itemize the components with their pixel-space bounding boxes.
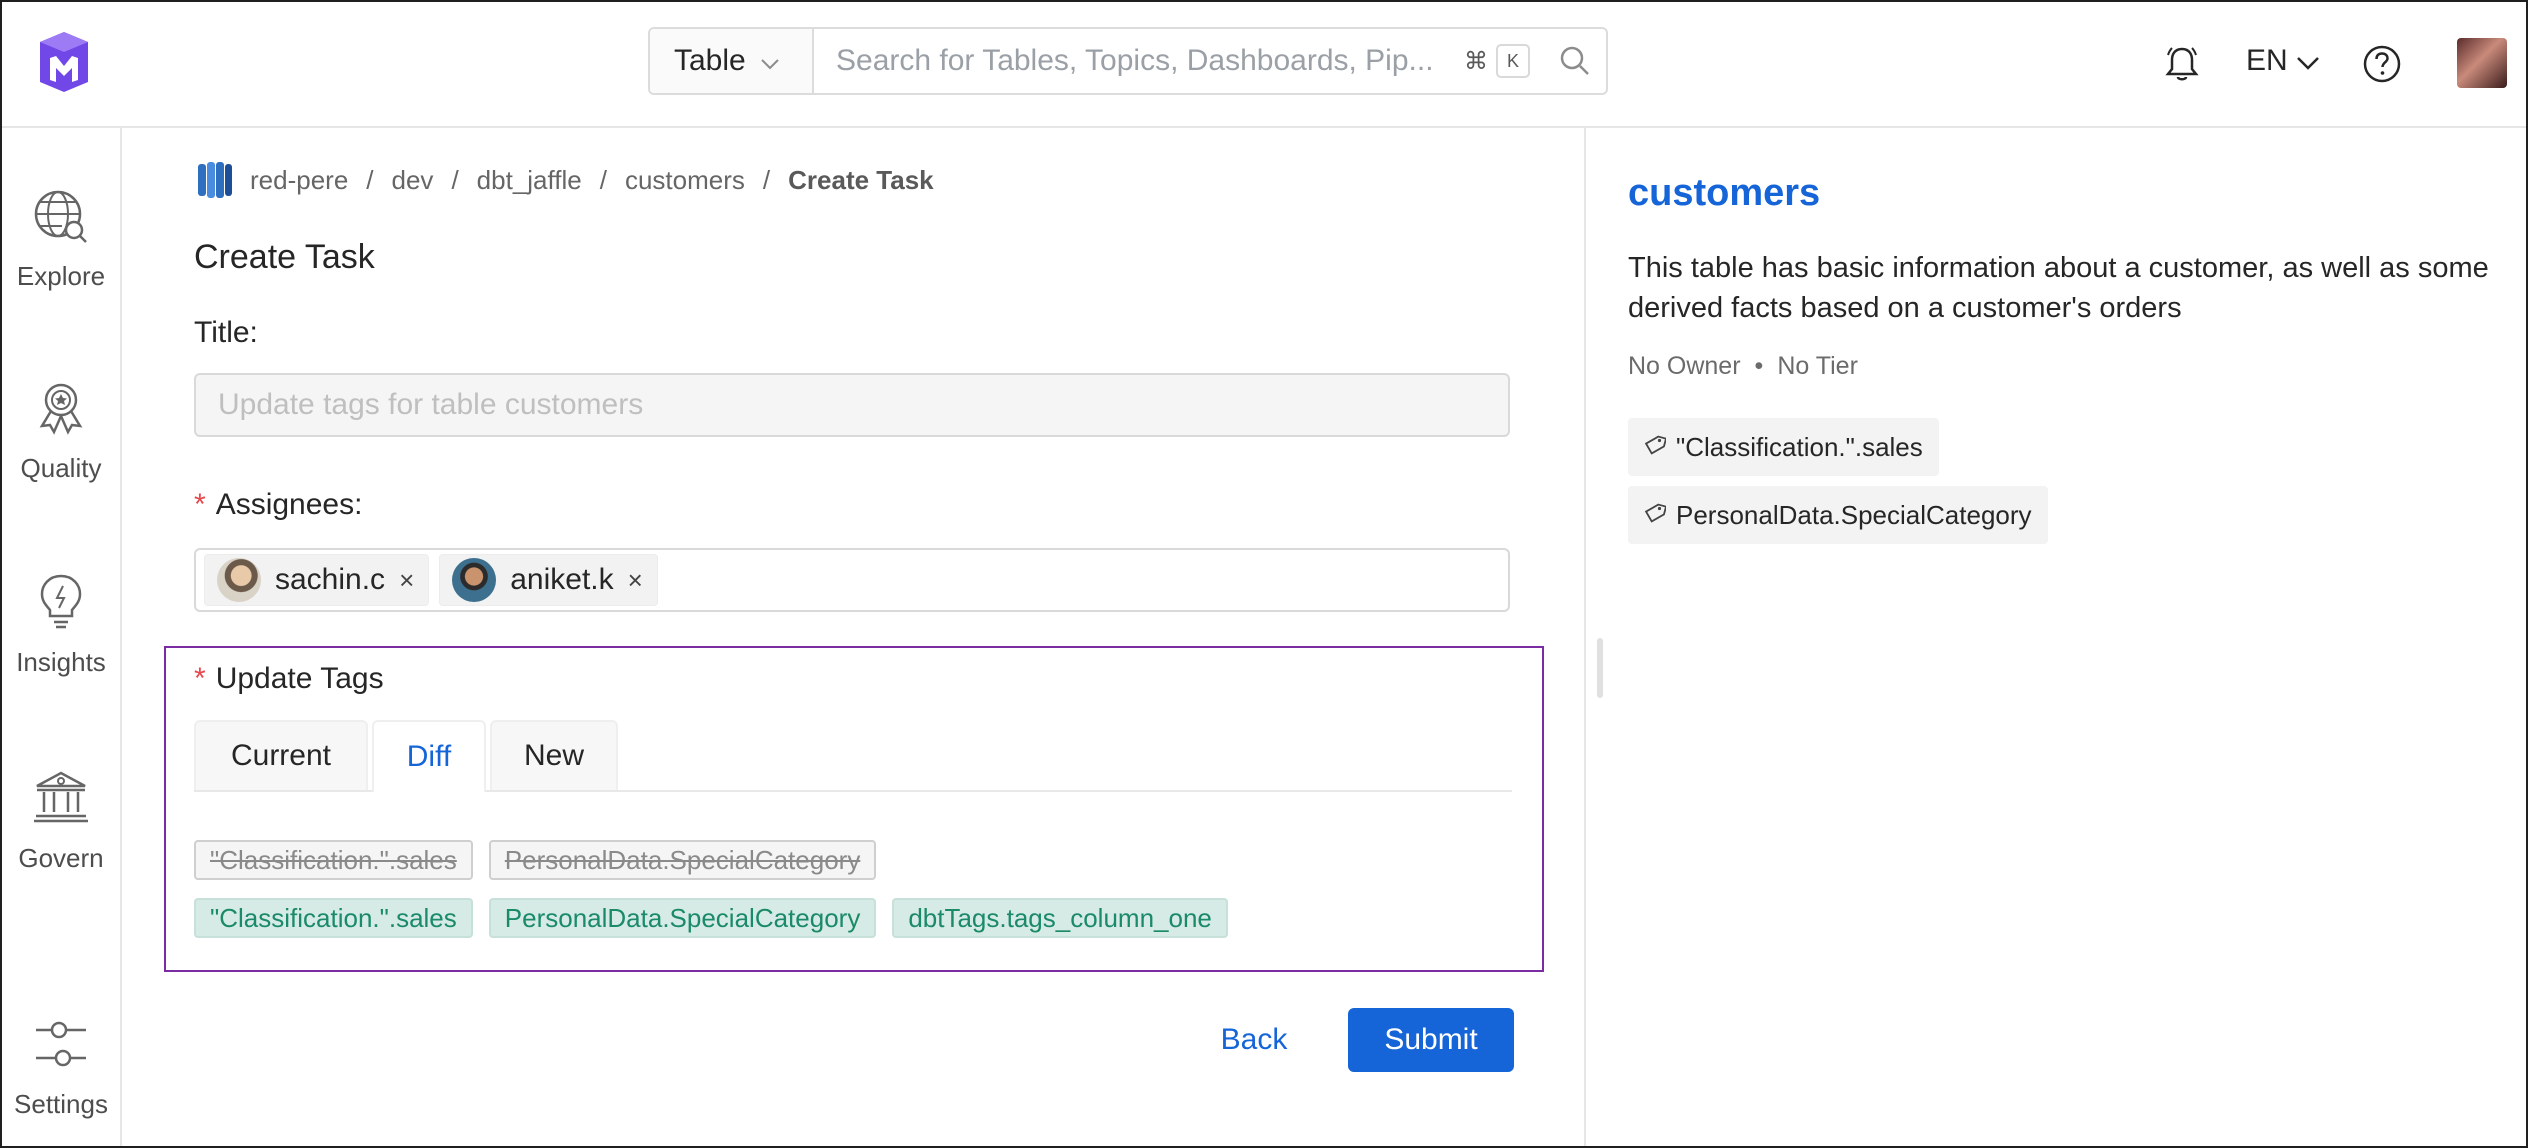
app-logo-icon[interactable] — [36, 28, 92, 96]
breadcrumb-separator: / — [762, 164, 771, 195]
nav-item-insights[interactable]: Insights — [0, 572, 122, 678]
assignee-chip: sachin.c × — [204, 554, 430, 606]
left-navigation: Explore Quality Insights Govern Settings — [0, 128, 122, 1148]
update-tags-label: * Update Tags — [194, 662, 384, 696]
breadcrumb-database[interactable]: dev — [392, 165, 434, 196]
quality-badge-icon — [34, 380, 88, 441]
page-title: Create Task — [194, 238, 375, 276]
added-tag: PersonalData.SpecialCategory — [488, 898, 877, 938]
tag-icon — [1644, 500, 1668, 531]
nav-item-explore[interactable]: Explore — [0, 188, 122, 292]
assignee-avatar — [217, 558, 261, 602]
govern-bank-icon — [32, 768, 90, 831]
k-key: K — [1496, 44, 1530, 78]
remove-assignee-icon[interactable]: × — [628, 565, 643, 596]
assignees-label: * Assignees: — [194, 488, 362, 522]
nav-label-insights: Insights — [16, 647, 106, 677]
meta-separator: • — [1754, 352, 1764, 380]
update-tags-label-text: Update Tags — [215, 662, 384, 695]
search-input[interactable] — [814, 29, 1464, 93]
search-shortcut: ⌘ K — [1464, 29, 1544, 93]
required-mark: * — [194, 488, 206, 521]
explore-globe-icon — [32, 188, 90, 249]
breadcrumb-separator: / — [366, 164, 374, 195]
update-tags-section: * Update Tags Current Diff New "Classific… — [164, 646, 1544, 972]
breadcrumb-separator: / — [599, 164, 607, 195]
added-tag: "Classification.".sales — [194, 898, 473, 938]
assignees-select[interactable]: sachin.c × aniket.k × — [194, 548, 1510, 612]
title-field[interactable]: Update tags for table customers — [194, 373, 1510, 437]
removed-tag: PersonalData.SpecialCategory — [488, 840, 877, 880]
assignee-chip: aniket.k × — [439, 554, 658, 606]
database-service-icon — [196, 160, 234, 200]
tags-tabs: Current Diff New — [194, 720, 1512, 792]
global-search: Table ⌘ K — [648, 27, 1608, 95]
tag-icon — [1644, 432, 1668, 463]
chevron-down-icon — [760, 44, 780, 78]
breadcrumb-separator: / — [451, 164, 459, 195]
entity-tag[interactable]: "Classification.".sales — [1628, 418, 1939, 476]
added-tag: dbtTags.tags_column_one — [892, 898, 1228, 938]
back-button[interactable]: Back — [1194, 1008, 1314, 1072]
nav-label-quality: Quality — [20, 453, 102, 483]
breadcrumb-schema[interactable]: dbt_jaffle — [477, 165, 582, 196]
search-type-label: Table — [674, 44, 746, 77]
breadcrumb-table[interactable]: customers — [625, 165, 745, 196]
settings-sliders-icon — [32, 1016, 90, 1077]
tab-new[interactable]: New — [490, 720, 618, 790]
search-icon[interactable] — [1544, 29, 1606, 93]
removed-tag: "Classification.".sales — [194, 840, 473, 880]
required-mark: * — [194, 662, 206, 695]
chevron-down-icon — [2296, 44, 2320, 78]
assignee-name: sachin.c — [275, 563, 386, 596]
submit-button[interactable]: Submit — [1348, 1008, 1514, 1072]
owner-label: No Owner — [1628, 352, 1741, 380]
nav-label-explore: Explore — [16, 261, 106, 291]
title-value: Update tags for table customers — [218, 388, 644, 421]
title-label: Title: — [194, 316, 258, 349]
assignee-name: aniket.k — [510, 563, 614, 596]
entity-tag-label: "Classification.".sales — [1676, 431, 1923, 462]
entity-meta: No Owner • No Tier — [1628, 352, 1858, 381]
remove-assignee-icon[interactable]: × — [399, 565, 414, 596]
tab-diff[interactable]: Diff — [372, 720, 486, 792]
breadcrumb-current: Create Task — [788, 164, 934, 195]
command-key-icon: ⌘ — [1464, 46, 1488, 76]
nav-item-govern[interactable]: Govern — [0, 768, 122, 874]
user-avatar[interactable] — [2457, 38, 2507, 88]
entity-description: This table has basic information about a… — [1628, 252, 2489, 324]
assignee-avatar — [452, 558, 497, 602]
nav-label-settings: Settings — [14, 1089, 108, 1119]
language-selector[interactable]: EN — [2246, 44, 2320, 78]
removed-tags-row: "Classification.".sales PersonalData.Spe… — [194, 840, 877, 880]
search-type-dropdown[interactable]: Table — [650, 29, 814, 93]
breadcrumb-service[interactable]: red-pere — [250, 165, 348, 196]
nav-item-settings[interactable]: Settings — [0, 1016, 122, 1120]
language-label: EN — [2246, 44, 2288, 77]
added-tags-row: "Classification.".sales PersonalData.Spe… — [194, 898, 1228, 938]
assignees-label-text: Assignees: — [215, 488, 363, 521]
entity-details-panel: customers This table has basic informati… — [1584, 128, 2528, 1148]
top-header: Table ⌘ K EN — [0, 0, 2528, 128]
nav-label-govern: Govern — [18, 843, 104, 873]
panel-resize-handle[interactable] — [1597, 638, 1603, 698]
nav-item-quality[interactable]: Quality — [0, 380, 122, 484]
main-content: red-pere / dev / dbt_jaffle / customers … — [122, 128, 1584, 1148]
breadcrumb: red-pere / dev / dbt_jaffle / customers … — [196, 160, 934, 200]
tab-current[interactable]: Current — [194, 720, 368, 790]
entity-tag-label: PersonalData.SpecialCategory — [1676, 499, 2032, 530]
tier-label: No Tier — [1777, 352, 1858, 380]
entity-tag[interactable]: PersonalData.SpecialCategory — [1628, 486, 2048, 544]
help-icon[interactable] — [2362, 44, 2402, 84]
notification-bell-icon[interactable] — [2162, 44, 2202, 84]
insights-bulb-icon — [36, 572, 86, 635]
entity-name[interactable]: customers — [1628, 172, 1820, 215]
